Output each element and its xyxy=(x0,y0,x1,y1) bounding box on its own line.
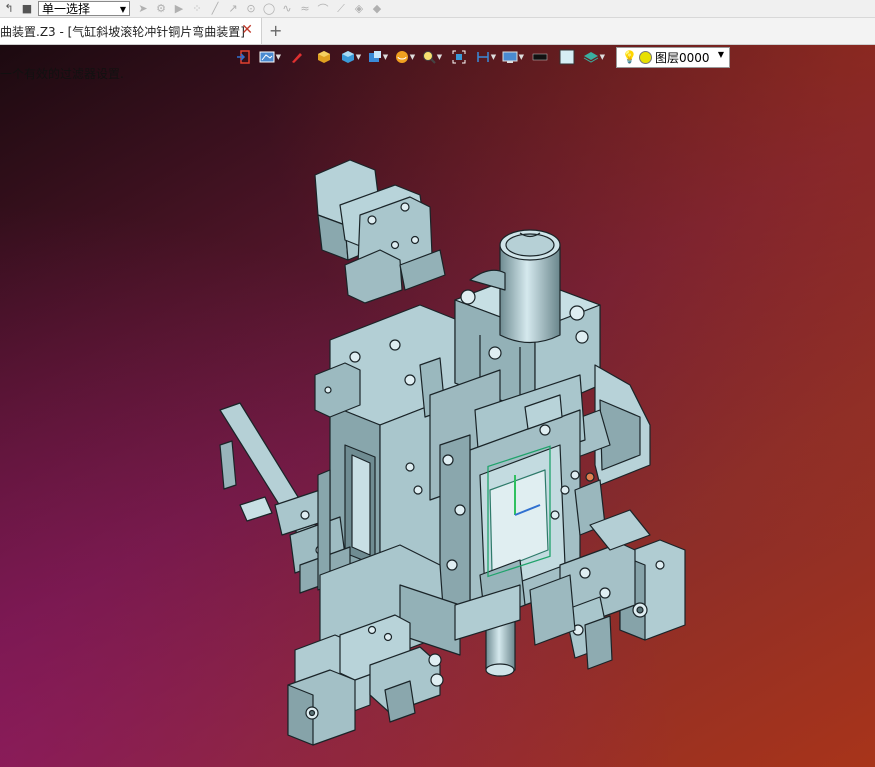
curve-icon[interactable]: ∿ xyxy=(278,1,296,17)
color-swatch-icon[interactable] xyxy=(556,47,578,67)
layer-name: 图层0000 xyxy=(654,50,710,65)
section-view-icon[interactable]: ▼ xyxy=(367,47,389,67)
lightbulb-icon[interactable]: 💡 xyxy=(622,50,637,64)
zoom-icon[interactable]: ▼ xyxy=(421,47,443,67)
tab-document[interactable]: 曲装置.Z3 - [气缸斜坡滚轮冲针铜片弯曲装置] ✕ xyxy=(0,18,262,44)
play-icon[interactable]: ▶ xyxy=(170,1,188,17)
cad-assembly-model[interactable] xyxy=(0,45,875,767)
top-left-cylinder[interactable] xyxy=(314,159,446,304)
body-icon[interactable]: ◆ xyxy=(368,1,386,17)
add-tab-button[interactable]: + xyxy=(269,21,282,40)
status-message: 一个有效的过滤器设置. xyxy=(0,67,124,81)
measure-icon[interactable]: ▼ xyxy=(475,47,497,67)
point-pattern-icon[interactable]: ⁘ xyxy=(188,1,206,17)
face-icon[interactable]: ◈ xyxy=(350,1,368,17)
pointer-icon[interactable]: ➤ xyxy=(134,1,152,17)
selection-mode-dropdown[interactable]: 单一选择 ▼ xyxy=(38,1,130,16)
wave-icon[interactable]: ≈ xyxy=(296,1,314,17)
view-cube-icon[interactable]: ▼ xyxy=(340,47,362,67)
layer-dropdown[interactable]: 💡 图层0000 ▼ xyxy=(616,46,730,68)
chevron-down-icon: ▼ xyxy=(119,5,126,14)
shaded-cube-icon[interactable] xyxy=(313,47,335,67)
point-icon[interactable]: ⊙ xyxy=(242,1,260,17)
pen-icon[interactable] xyxy=(286,47,308,67)
fit-view-icon[interactable] xyxy=(448,47,470,67)
arrow-line-icon[interactable]: ↗ xyxy=(224,1,242,17)
line-icon[interactable]: ╱ xyxy=(206,1,224,17)
tab-document-label: 曲装置.Z3 - [气缸斜坡滚轮冲针铜片弯曲装置] xyxy=(0,24,245,39)
edge-icon[interactable]: ⟋ xyxy=(332,1,350,17)
orbit-icon[interactable]: ▼ xyxy=(394,47,416,67)
chevron-down-icon: ▼ xyxy=(717,49,724,59)
layer-color-icon xyxy=(638,50,652,64)
render-mode-icon[interactable]: ▼ xyxy=(259,47,281,67)
exit-icon[interactable] xyxy=(232,47,254,67)
view-toolbar: ▼ ▼ ▼ ▼ ▼ ▼ ▼ ▼ 💡 图层0000 ▼ xyxy=(232,45,792,69)
filter-icon[interactable]: ⚙ xyxy=(152,1,170,17)
display-settings-icon[interactable]: ▼ xyxy=(502,47,524,67)
stop-icon[interactable]: ■ xyxy=(18,1,36,17)
selection-mode-value: 单一选择 xyxy=(42,2,91,16)
black-box-icon[interactable] xyxy=(529,47,551,67)
document-tab-bar: 曲装置.Z3 - [气缸斜坡滚轮冲针铜片弯曲装置] ✕ + xyxy=(0,18,875,45)
arc-icon[interactable]: ⌒ xyxy=(314,1,332,17)
undo-arrow-icon[interactable]: ↰ xyxy=(0,1,18,17)
3d-viewport[interactable]: 一个有效的过滤器设置. ▼ ▼ ▼ ▼ ▼ ▼ ▼ ▼ 💡 图层0000 ▼ xyxy=(0,45,875,767)
selection-toolbar: ↰ ■ 单一选择 ▼ ➤ ⚙ ▶ ⁘ ╱ ↗ ⊙ ◯ ∿ ≈ ⌒ ⟋ ◈ ◆ xyxy=(0,0,875,18)
circle-icon[interactable]: ◯ xyxy=(260,1,278,17)
close-icon[interactable]: ✕ xyxy=(241,22,253,38)
layer-stack-icon[interactable]: ▼ xyxy=(583,47,605,67)
